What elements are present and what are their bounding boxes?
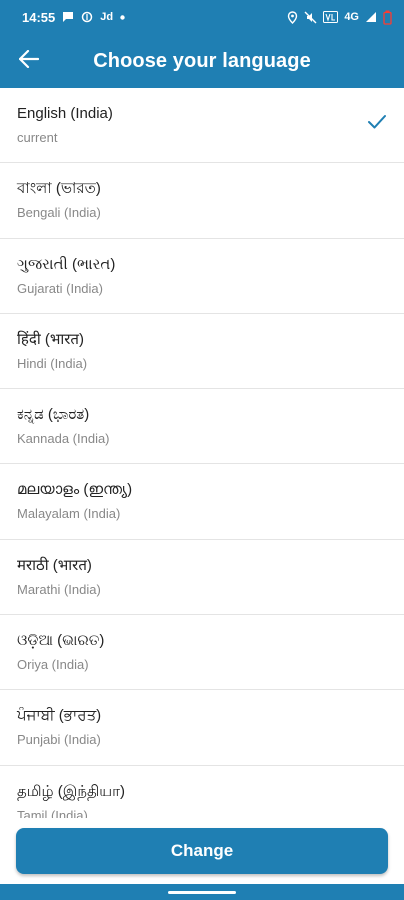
checkmark-icon xyxy=(367,114,387,135)
battery-icon xyxy=(383,10,392,25)
bottom-action-area: Change xyxy=(0,818,404,884)
language-native-name: मराठी (भारत) xyxy=(17,556,92,574)
location-icon xyxy=(287,10,298,24)
language-item-hindi[interactable]: हिंदी (भारत) Hindi (India) xyxy=(0,314,404,390)
language-native-name: ਪੰਜਾਬੀ (ਭਾਰਤ) xyxy=(17,707,102,725)
language-subtitle: Marathi (India) xyxy=(17,581,101,597)
sync-icon xyxy=(81,11,93,23)
language-native-name: ଓଡ଼ିଆ (ଭାରତ) xyxy=(17,632,105,650)
system-navigation-bar xyxy=(0,884,404,900)
language-native-name: ગુજરાતી (ભારત) xyxy=(17,255,116,273)
language-item-tamil[interactable]: தமிழ் (இந்தியா) Tamil (India) xyxy=(0,766,404,818)
change-button[interactable]: Change xyxy=(16,828,388,874)
language-subtitle: Hindi (India) xyxy=(17,355,88,371)
status-time: 14:55 xyxy=(22,9,56,25)
language-item-oriya[interactable]: ଓଡ଼ିଆ (ଭାରତ) Oriya (India) xyxy=(0,615,404,691)
status-bar: 14:55 Jd 4G xyxy=(0,0,404,34)
language-item-gujarati[interactable]: ગુજરાતી (ભારત) Gujarati (India) xyxy=(0,239,404,314)
back-button[interactable] xyxy=(10,42,48,80)
back-arrow-icon xyxy=(18,49,40,73)
language-subtitle: Kannada (India) xyxy=(17,431,110,447)
language-item-punjabi[interactable]: ਪੰਜਾਬੀ (ਭਾਰਤ) Punjabi (India) xyxy=(0,690,404,766)
dot-icon xyxy=(120,14,125,20)
language-native-name: বাংলা (ভারত) xyxy=(17,180,101,198)
gesture-handle[interactable] xyxy=(168,891,236,894)
language-subtitle: current xyxy=(17,130,58,145)
language-subtitle: Bengali (India) xyxy=(17,205,101,221)
signal-icon xyxy=(365,11,377,23)
language-subtitle: Malayalam (India) xyxy=(17,506,121,522)
language-list[interactable]: English (India) current বাংলা (ভারত) Ben… xyxy=(0,88,404,818)
language-native-name: ಕನ್ನಡ (ಭಾರತ) xyxy=(17,406,90,424)
language-native-name: தமிழ் (இந்தியா) xyxy=(17,782,125,800)
carrier-text: Jd xyxy=(100,11,114,23)
mute-icon xyxy=(304,11,317,24)
language-item-bengali[interactable]: বাংলা (ভারত) Bengali (India) xyxy=(0,163,404,239)
app-bar: Choose your language xyxy=(0,34,404,88)
language-subtitle: Tamil (India) xyxy=(17,807,88,818)
language-subtitle: Punjabi (India) xyxy=(17,732,101,748)
network-type: 4G xyxy=(344,11,359,23)
language-item-marathi[interactable]: मराठी (भारत) Marathi (India) xyxy=(0,540,404,616)
volte-icon xyxy=(323,11,339,23)
status-left: 14:55 Jd xyxy=(22,10,125,25)
language-native-name: മലയാളം (ഇന്ത്യ) xyxy=(17,481,133,499)
language-item-malayalam[interactable]: മലയാളം (ഇന്ത്യ) Malayalam (India) xyxy=(0,464,404,540)
language-native-name: English (India) xyxy=(17,105,113,122)
language-native-name: हिंदी (भारत) xyxy=(17,330,84,348)
language-item-kannada[interactable]: ಕನ್ನಡ (ಭಾರತ) Kannada (India) xyxy=(0,389,404,465)
page-title: Choose your language xyxy=(93,49,311,72)
language-item-english[interactable]: English (India) current xyxy=(0,88,404,164)
chat-bubble-icon xyxy=(62,11,74,23)
language-subtitle: Oriya (India) xyxy=(17,657,89,673)
language-subtitle: Gujarati (India) xyxy=(17,280,103,296)
status-right: 4G xyxy=(287,10,392,25)
